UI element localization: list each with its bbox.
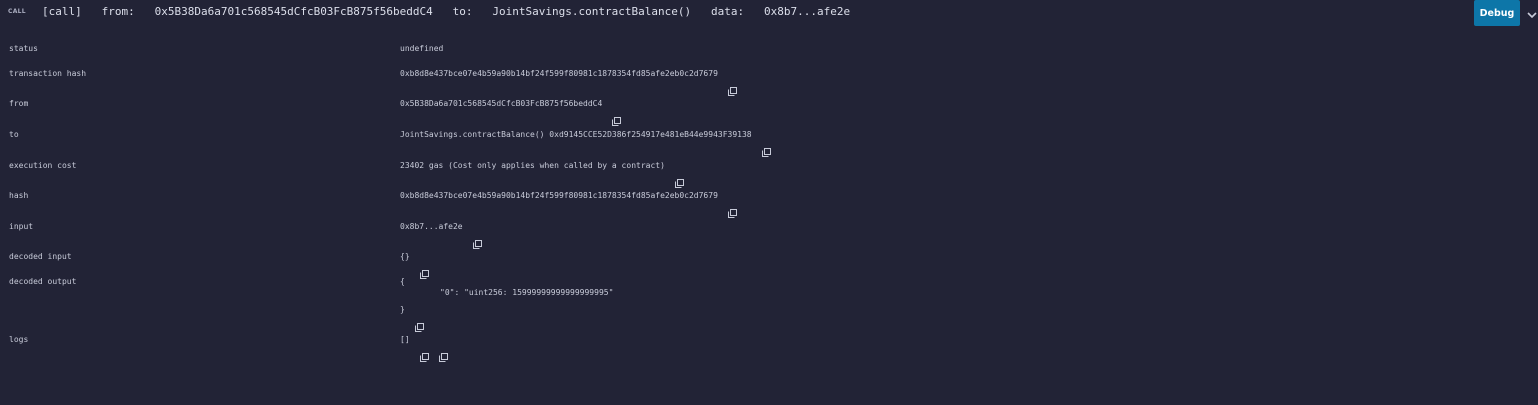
decoded-input-value: {} [400,252,429,279]
header-to-label: to: [452,5,473,18]
to-label: to [9,130,19,139]
header-data-value: 0x8b7...afe2e [763,5,851,18]
copy-icon[interactable] [414,305,424,332]
hash-text: 0xb8d8e437bce07e4b59a90b14bf24f599f80981… [400,191,718,200]
input-value: 0x8b7...afe2e [400,222,482,249]
logs-label: logs [9,335,29,344]
transaction-hash-text: 0xb8d8e437bce07e4b59a90b14bf24f599f80981… [400,69,718,78]
header-from-label: from: [101,5,135,18]
decoded-input-text: {} [400,252,410,261]
decoded-output-open-brace: { [400,277,405,286]
to-value: JointSavings.contractBalance() 0xd9145CC… [400,130,771,157]
header-data-label: data: [710,5,745,18]
copy-icon[interactable] [674,161,684,188]
hash-label: hash [9,191,29,200]
input-label: input [9,222,34,231]
debug-button[interactable]: Debug [1474,0,1520,26]
decoded-output-entry: "0": "uint256: 15999999999999999995" [440,288,614,297]
copy-icon[interactable] [472,222,482,249]
copy-icon[interactable] [419,252,429,279]
from-label: from [9,99,29,108]
copy-icon[interactable] [761,130,771,157]
execution-cost-value: 23402 gas (Cost only applies when called… [400,161,684,188]
transaction-header: CALL [call] from: 0x5B38Da6a701c568545dC… [0,0,1538,26]
copy-icon[interactable] [419,335,429,362]
decoded-input-label: decoded input [9,252,72,261]
decoded-output-close-brace: } [400,305,405,314]
logs-text: [] [400,335,410,344]
from-address-text: 0x5B38Da6a701c568545dCfcB03FcB875f56bedd… [400,99,603,108]
input-text: 0x8b7...afe2e [400,222,463,231]
header-to-target: JointSavings.contractBalance() [492,5,692,18]
chevron-down-icon[interactable] [1526,6,1538,19]
copy-icon[interactable] [438,335,448,362]
copy-icon[interactable] [727,69,737,96]
status-value: undefined [400,44,443,53]
transaction-hash-value: 0xb8d8e437bce07e4b59a90b14bf24f599f80981… [400,69,737,96]
execution-cost-label: execution cost [9,161,77,170]
hash-value: 0xb8d8e437bce07e4b59a90b14bf24f599f80981… [400,191,737,218]
call-tag: CALL [8,8,26,15]
to-target-text: JointSavings.contractBalance() 0xd9145CC… [400,130,752,139]
copy-icon[interactable] [727,191,737,218]
status-value-text: undefined [400,44,444,53]
decoded-output-label: decoded output [9,277,77,286]
decoded-output-close: } [400,305,424,332]
transaction-hash-label: transaction hash [9,69,87,78]
header-summary: [call] from: 0x5B38Da6a701c568545dCfcB03… [42,5,850,18]
execution-cost-text: 23402 gas (Cost only applies when called… [400,161,665,170]
header-call-bracket: [call] [42,5,82,18]
logs-value: [] [400,335,448,362]
from-value: 0x5B38Da6a701c568545dCfcB03FcB875f56bedd… [400,99,622,126]
copy-icon[interactable] [612,99,622,126]
header-from-address: 0x5B38Da6a701c568545dCfcB03FcB875f56bedd… [154,5,433,18]
status-label: status [9,44,38,53]
